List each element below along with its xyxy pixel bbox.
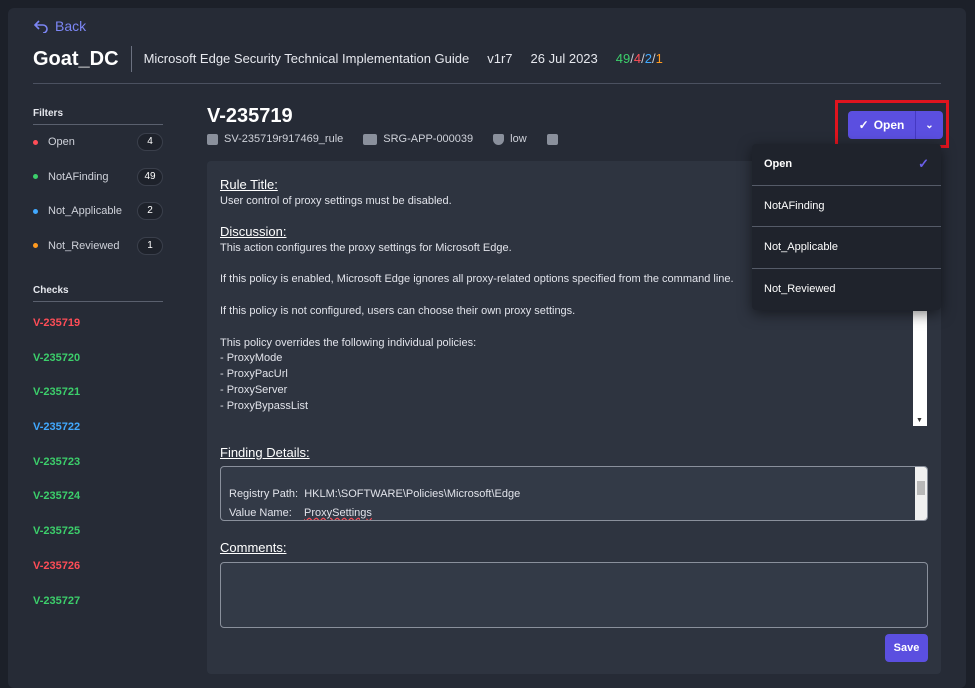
status-split-button[interactable]: ✓ Open ⌄ — [848, 111, 943, 139]
check-link-v-235724[interactable]: V-235724 — [33, 479, 163, 514]
status-dot — [33, 243, 38, 249]
vuln-id-title: V-235719 — [207, 105, 293, 127]
status-dot — [33, 174, 38, 180]
chevron-down-icon[interactable]: ⌄ — [916, 120, 943, 131]
filter-label: NotAFinding — [48, 170, 109, 183]
scroll-thumb[interactable] — [917, 481, 925, 495]
count-not-reviewed: 1 — [655, 51, 663, 66]
finding-details-label: Finding Details: — [220, 445, 310, 460]
count-open: 4 — [633, 51, 642, 66]
filter-count-badge: 1 — [137, 236, 163, 255]
back-arrow-icon — [33, 20, 48, 33]
check-link-v-235722[interactable]: V-235722 — [33, 410, 163, 445]
filter-label: Not_Reviewed — [48, 239, 120, 252]
status-highlight-box: ✓ Open ⌄ — [835, 100, 949, 148]
filter-label: Not_Applicable — [48, 205, 122, 218]
check-icon: ✓ — [918, 156, 929, 172]
filters-heading: Filters — [33, 108, 163, 125]
finding-line: Registry Path: HKLM:\SOFTWARE\Policies\M… — [229, 488, 521, 500]
comments-label: Comments: — [220, 540, 287, 555]
status-button-label: Open — [873, 118, 905, 132]
status-dot — [33, 208, 38, 214]
page-title: Goat_DC — [33, 45, 132, 72]
check-link-v-235719[interactable]: V-235719 — [33, 306, 163, 341]
stig-version: v1r7 — [487, 51, 513, 66]
check-link-v-235720[interactable]: V-235720 — [33, 341, 163, 376]
check-link-v-235723[interactable]: V-235723 — [33, 445, 163, 480]
stig-guide-name: Microsoft Edge Security Technical Implem… — [143, 51, 470, 66]
filter-count-badge: 2 — [137, 202, 163, 221]
filter-count-badge: 4 — [137, 133, 163, 152]
filter-label: Open — [48, 136, 75, 149]
filter-open[interactable]: Open 4 — [33, 125, 163, 160]
finding-line: Value Name: ProxySettings — [229, 507, 372, 519]
status-dropdown-menu: Open ✓ NotAFinding Not_Applicable Not_Re… — [752, 144, 941, 310]
discussion-scrollbar[interactable]: ▼ — [913, 311, 927, 426]
filter-notafinding[interactable]: NotAFinding 49 — [33, 160, 163, 195]
sidebar: Filters Open 4 NotAFinding 49 Not_Applic… — [33, 108, 163, 618]
checks-list: V-235719 V-235720 V-235721 V-235722 V-23… — [33, 306, 163, 618]
stig-date: 26 Jul 2023 — [530, 51, 598, 66]
check-link-v-235725[interactable]: V-235725 — [33, 514, 163, 549]
check-link-v-235726[interactable]: V-235726 — [33, 549, 163, 584]
check-link-v-235727[interactable]: V-235727 — [33, 584, 163, 619]
rule-title-label: Rule Title: — [220, 177, 278, 192]
comments-textarea[interactable] — [220, 562, 928, 628]
save-button[interactable]: Save — [885, 634, 928, 662]
srg-item: SRG-APP-000039 — [363, 133, 473, 145]
discussion-label: Discussion: — [220, 224, 287, 239]
scroll-down-icon[interactable]: ▼ — [916, 417, 923, 424]
filter-not-reviewed[interactable]: Not_Reviewed 1 — [33, 229, 163, 264]
back-link[interactable]: Back — [33, 18, 86, 34]
checks-heading: Checks — [33, 285, 163, 302]
finding-scrollbar[interactable] — [915, 467, 927, 520]
severity: low — [510, 133, 527, 145]
check-meta: SV-235719r917469_rule SRG-APP-000039 low — [207, 133, 578, 145]
document-search-icon[interactable] — [546, 133, 558, 145]
check-link-v-235721[interactable]: V-235721 — [33, 375, 163, 410]
finding-details-textarea[interactable]: Registry Path: HKLM:\SOFTWARE\Policies\M… — [220, 466, 928, 521]
status-option-not-reviewed[interactable]: Not_Reviewed — [752, 269, 941, 311]
rule-id: SV-235719r917469_rule — [224, 133, 344, 145]
rule-id-item: SV-235719r917469_rule — [207, 133, 343, 145]
shield-icon — [493, 133, 505, 145]
severity-item: low — [493, 133, 527, 145]
rule-icon — [207, 133, 218, 145]
srg-id: SRG-APP-000039 — [383, 133, 474, 145]
status-option-open[interactable]: Open ✓ — [752, 144, 941, 186]
status-button[interactable]: ✓ Open — [848, 111, 916, 139]
page-header: Goat_DC Microsoft Edge Security Technica… — [33, 44, 941, 84]
count-notafinding: 49 — [615, 51, 631, 66]
status-option-not-applicable[interactable]: Not_Applicable — [752, 227, 941, 269]
srg-icon — [363, 133, 378, 145]
filter-not-applicable[interactable]: Not_Applicable 2 — [33, 194, 163, 229]
search-doc-item[interactable] — [546, 133, 558, 145]
filter-count-badge: 49 — [137, 167, 163, 186]
back-label: Back — [55, 18, 87, 34]
check-icon: ✓ — [858, 118, 869, 132]
count-not-applicable: 2 — [644, 51, 652, 66]
status-dot — [33, 139, 38, 145]
rule-title-text: User control of proxy settings must be d… — [220, 195, 452, 207]
status-counts: 49/4/2/1 — [615, 51, 663, 66]
status-option-notafinding[interactable]: NotAFinding — [752, 186, 941, 227]
